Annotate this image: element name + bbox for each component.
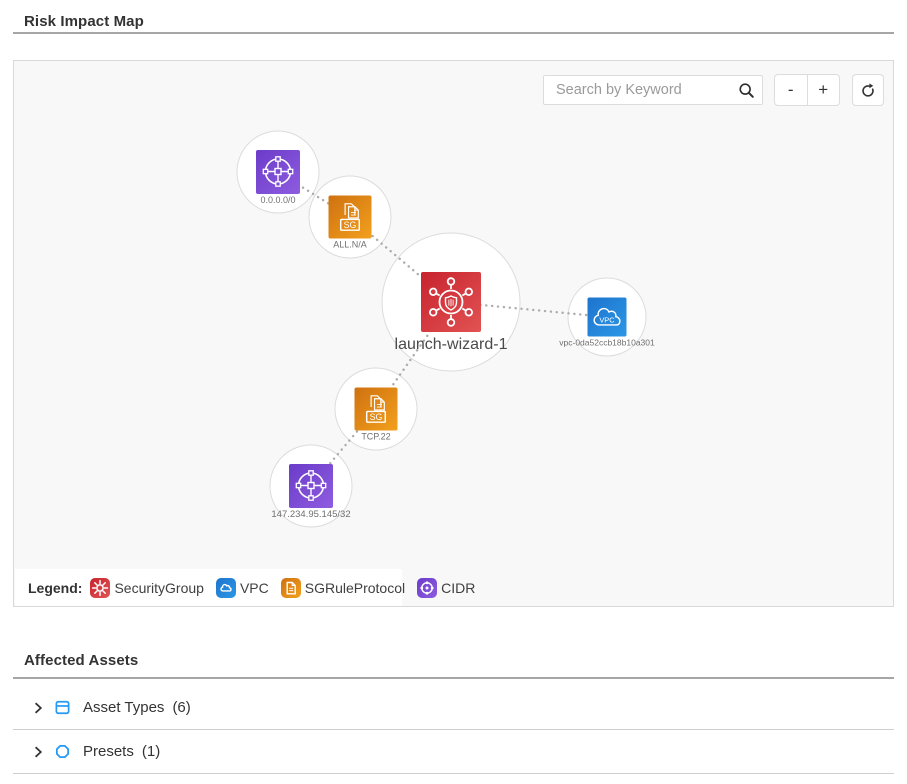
page-title: Risk Impact Map (24, 13, 144, 30)
legend-item-vpc: VPC (216, 578, 269, 598)
legend-item-label: CIDR (441, 580, 475, 596)
legend-item-label: VPC (240, 580, 269, 596)
asset-row-asset-types[interactable]: Asset Types (6) (13, 686, 894, 730)
search-box (543, 75, 763, 105)
graph-node-label: 147.234.95.145/32 (271, 509, 350, 520)
zoom-in-button[interactable]: + (808, 75, 840, 105)
search-icon[interactable] (730, 81, 762, 100)
asset-row-count: (6) (172, 699, 190, 716)
asset-types-icon (54, 699, 71, 716)
chevron-right-icon[interactable] (30, 700, 46, 716)
svg-text:SG: SG (344, 220, 357, 230)
legend-sgrule-protocol-icon (281, 578, 301, 598)
graph-canvas[interactable]: SG VPC (14, 61, 893, 606)
graph-node-label: vpc-0da52ccb18b10a301 (559, 338, 655, 348)
map-legend: Legend: SecurityGroup VPC SGRuleProtocol (15, 569, 402, 606)
svg-text:VPC: VPC (599, 315, 615, 324)
svg-text:SG: SG (370, 412, 383, 422)
security-group-icon[interactable] (421, 272, 481, 332)
risk-impact-map: SG VPC (13, 60, 894, 607)
zoom-controls: - + (774, 74, 840, 106)
legend-cidr-icon (417, 578, 437, 598)
graph-node-label: launch-wizard-1 (395, 336, 508, 353)
graph-node-label: ALL.N/A (333, 240, 367, 250)
graph-node-label: 0.0.0.0/0 (260, 195, 295, 205)
legend-item-label: SecurityGroup (114, 580, 203, 596)
refresh-button[interactable] (852, 74, 884, 106)
graph-node-label: TCP.22 (361, 432, 390, 442)
vpc-icon[interactable]: VPC (588, 298, 627, 337)
search-input[interactable] (544, 82, 730, 98)
asset-row-presets[interactable]: Presets (1) (13, 730, 894, 774)
sgrule-protocol-icon[interactable]: SG (355, 388, 398, 431)
asset-row-label: Presets (83, 743, 134, 760)
affected-assets-title: Affected Assets (24, 652, 138, 669)
legend-security-group-icon (90, 578, 110, 598)
asset-row-count: (1) (142, 743, 160, 760)
legend-vpc-icon (216, 578, 236, 598)
title-divider (13, 32, 894, 34)
legend-item-label: SGRuleProtocol (305, 580, 405, 596)
sgrule-protocol-icon[interactable]: SG (329, 196, 372, 239)
legend-label: Legend: (28, 580, 82, 596)
chevron-right-icon[interactable] (30, 744, 46, 760)
cidr-icon[interactable] (289, 464, 333, 508)
affected-assets-list: Asset Types (6) Presets (1) (13, 679, 894, 774)
presets-icon (54, 743, 71, 760)
asset-row-label: Asset Types (83, 699, 164, 716)
refresh-icon (859, 81, 877, 99)
cidr-icon[interactable] (256, 150, 300, 194)
legend-item-security-group: SecurityGroup (90, 578, 203, 598)
legend-item-cidr: CIDR (417, 578, 475, 598)
zoom-out-button[interactable]: - (775, 75, 808, 105)
legend-item-sgrule-protocol: SGRuleProtocol (281, 578, 405, 598)
